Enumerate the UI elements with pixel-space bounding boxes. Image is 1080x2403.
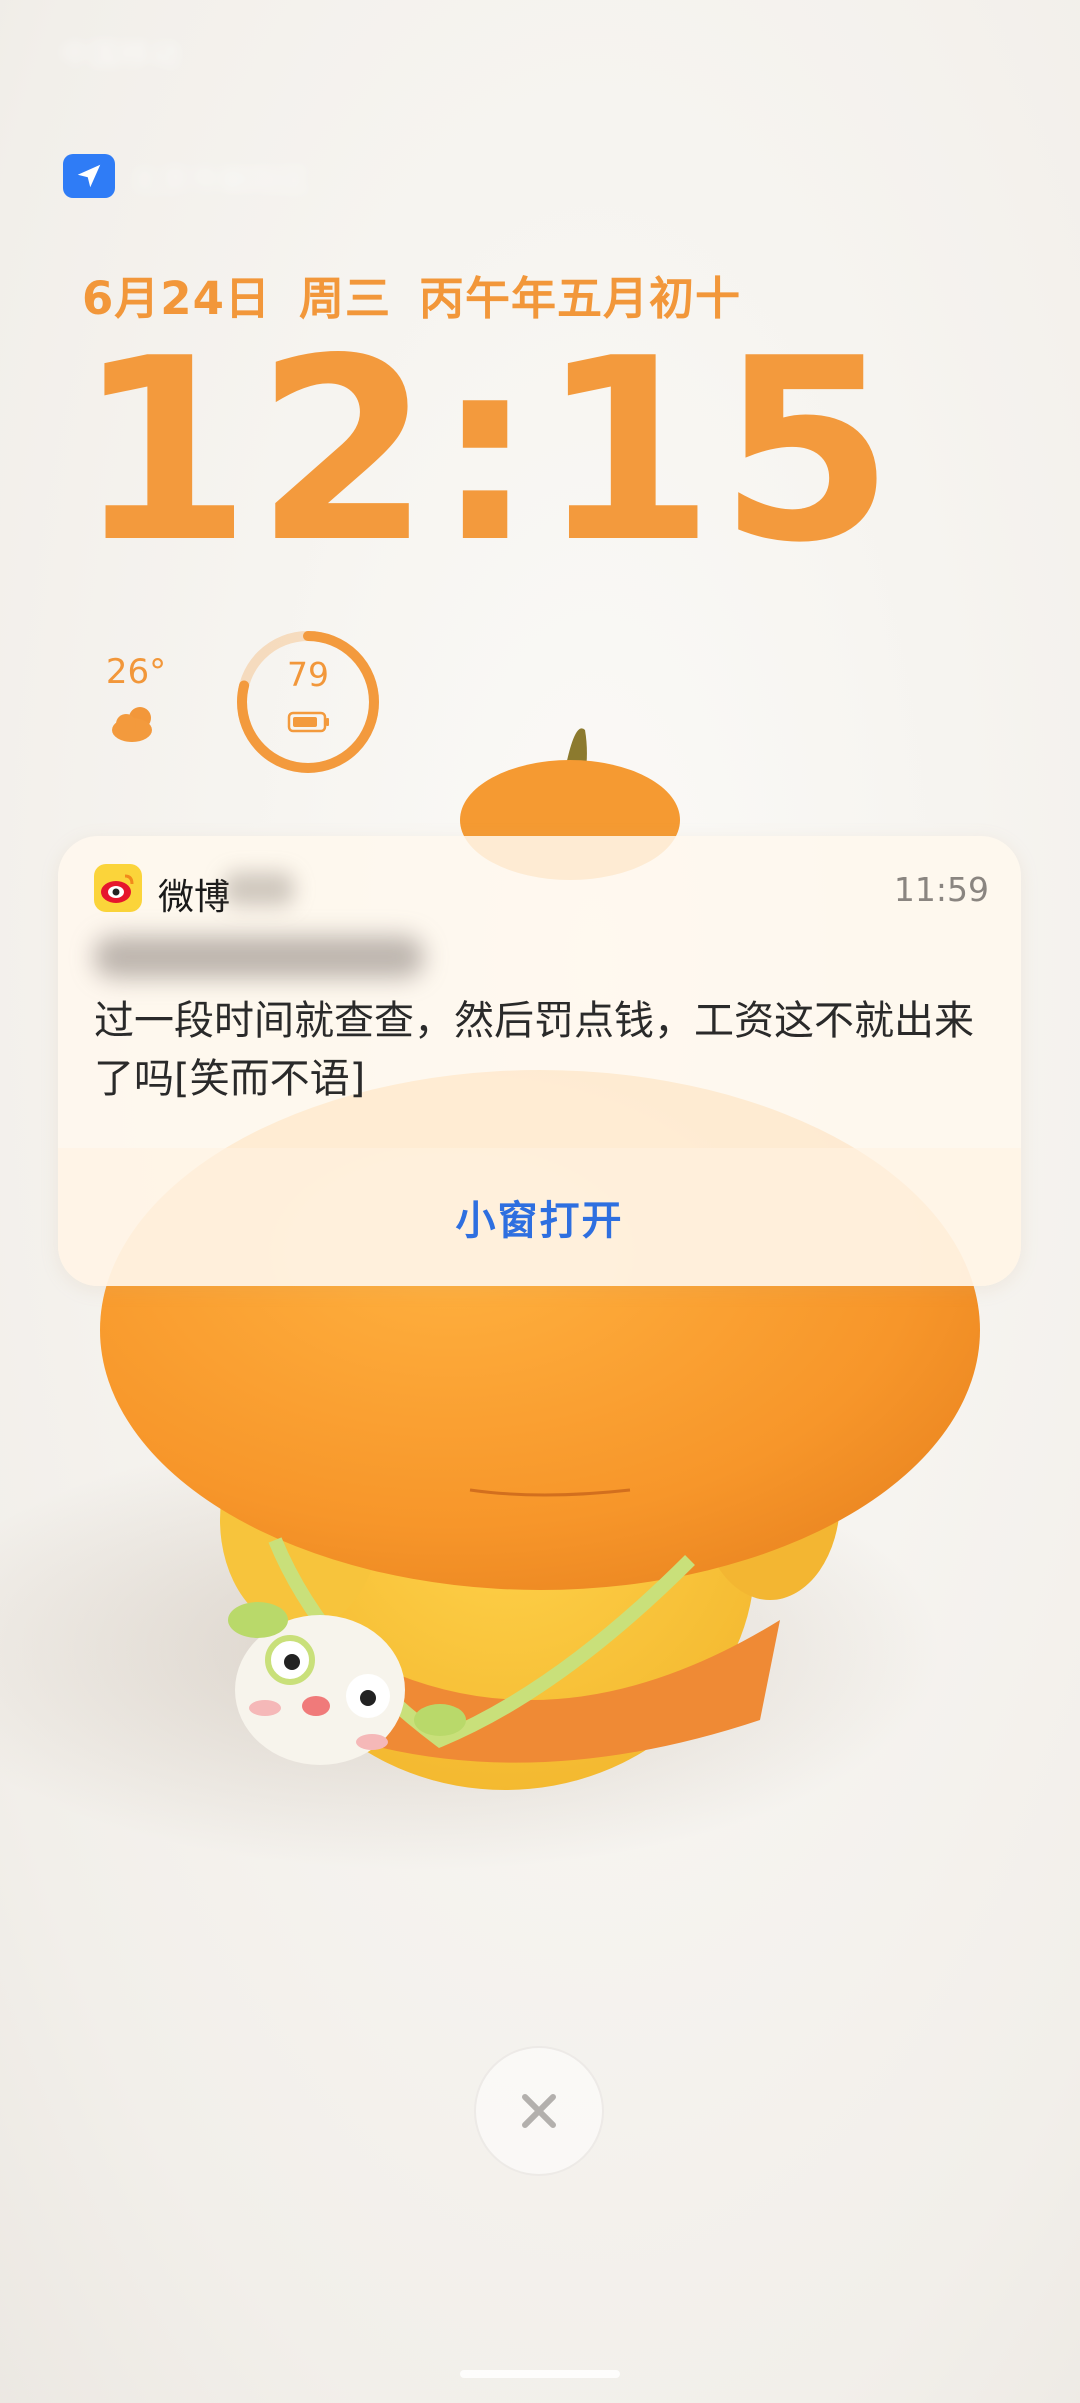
battery-widget[interactable]: 79	[233, 627, 383, 777]
battery-ring	[237, 631, 379, 773]
weibo-app-icon	[94, 864, 142, 912]
close-button[interactable]	[474, 2046, 604, 2176]
notification-action-bar: 小窗打开	[58, 1148, 1021, 1286]
clock-time: 12:15	[76, 305, 899, 598]
notification-card[interactable]: 微博 11:59 过一段时间就查查，然后罚点钱，工资这不就出来了吗[笑而不语] …	[58, 836, 1021, 1286]
home-indicator[interactable]	[460, 2370, 620, 2378]
redacted-sender	[94, 928, 424, 986]
app-name: 微博	[158, 877, 231, 918]
battery-percent: 79	[287, 655, 329, 694]
redacted-blur	[224, 872, 294, 906]
notification-header: 微博 11:59	[94, 864, 989, 920]
location-chip[interactable]	[63, 154, 115, 198]
notification-message: 过一段时间就查查，然后罚点钱，工资这不就出来了吗[笑而不语]	[94, 998, 974, 1102]
weather-widget[interactable]: 26°	[96, 652, 176, 752]
close-x-icon	[522, 2094, 556, 2128]
battery-icon	[287, 711, 329, 733]
weather-temperature: 26°	[105, 652, 167, 692]
carrier-text: 中国移动	[60, 38, 180, 73]
navigation-arrow-icon	[77, 164, 101, 188]
sun-behind-cloud-icon	[112, 707, 152, 742]
open-in-small-window-button[interactable]: 小窗打开	[456, 1188, 624, 1246]
notification-time: 11:59	[893, 870, 989, 909]
location-text: 北京市朝阳区	[130, 164, 310, 199]
